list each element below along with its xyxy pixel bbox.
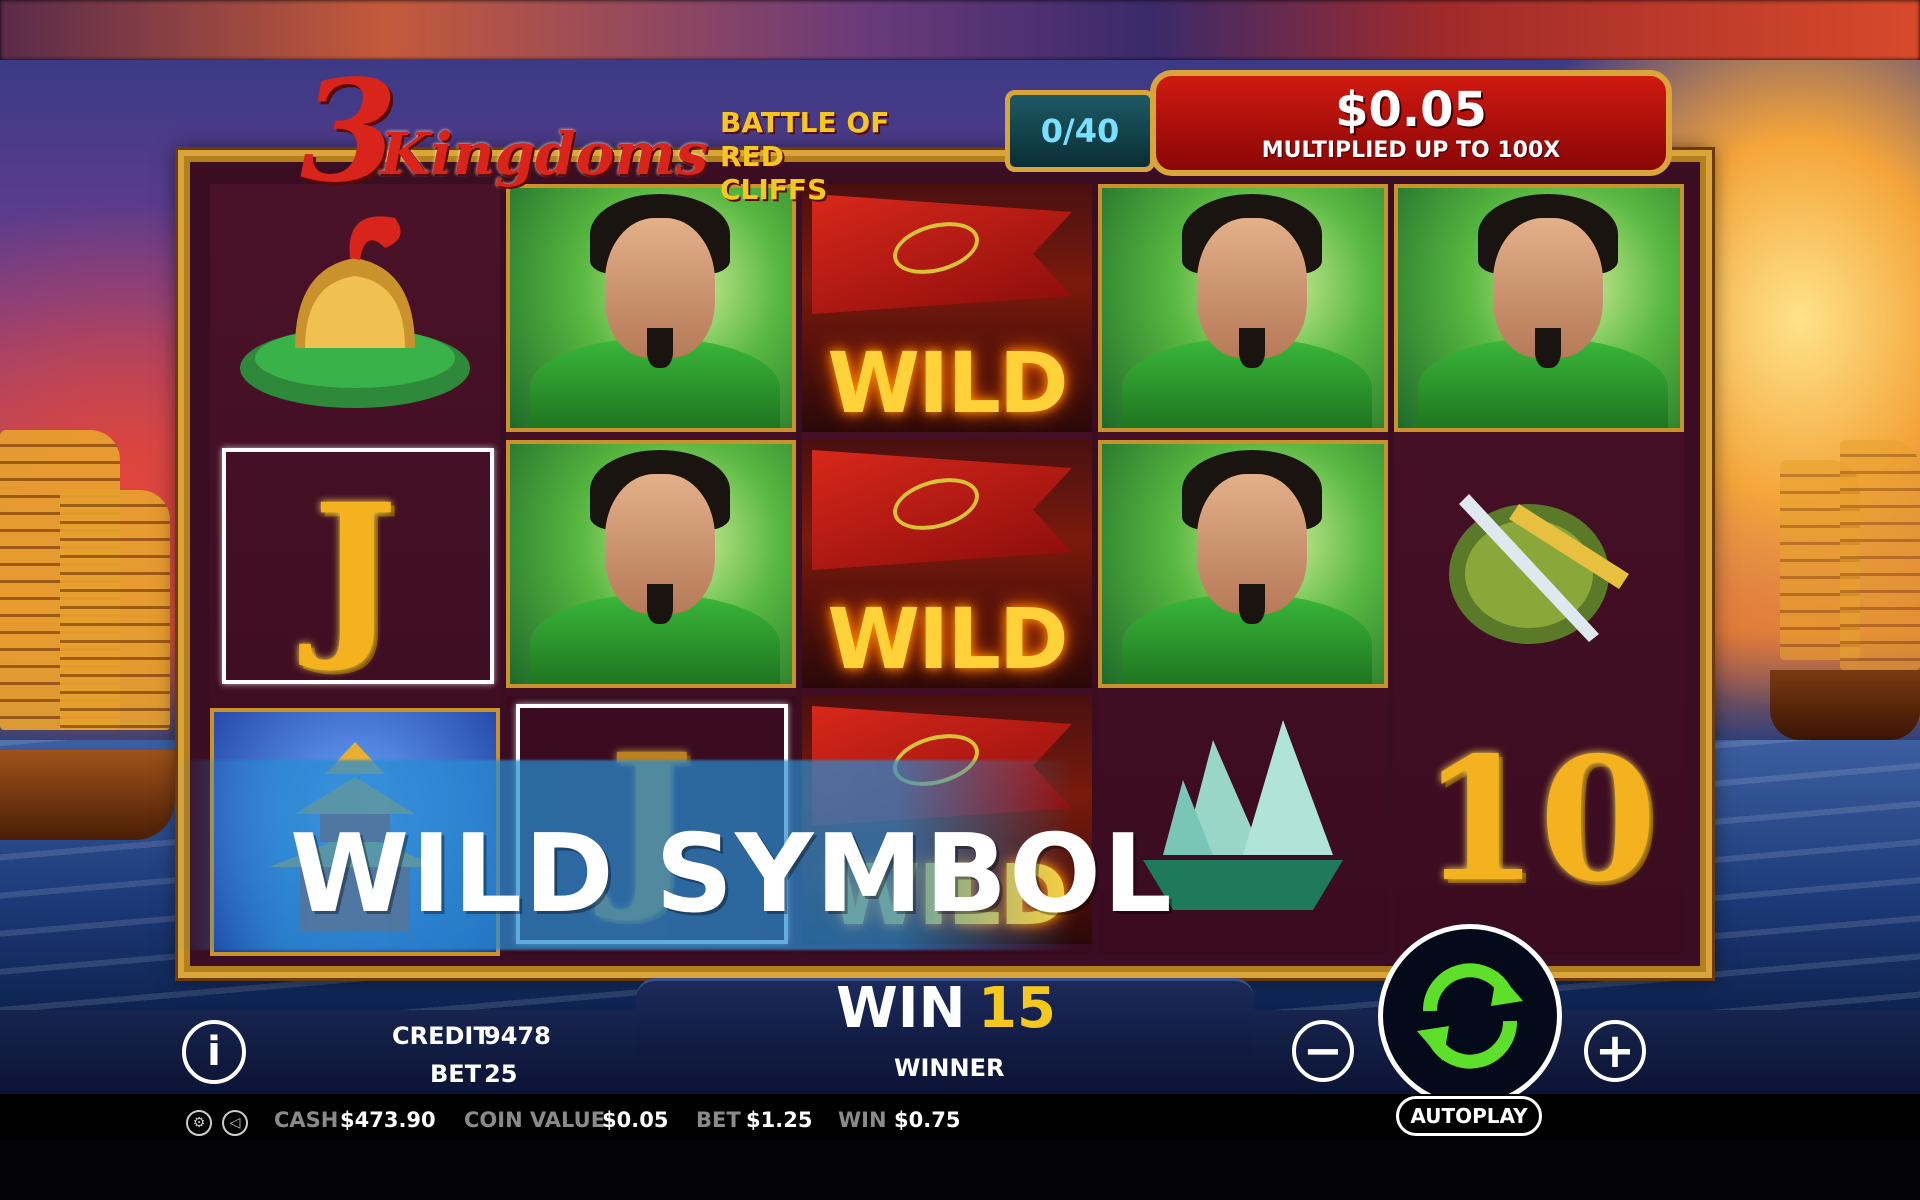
credit-value: 9478 [484, 1022, 551, 1050]
helmet-symbol [210, 184, 500, 432]
wild-symbol-label: WILD [827, 334, 1068, 432]
bet-label: BET [430, 1060, 482, 1088]
ten-symbol: 10 [1394, 696, 1684, 944]
wild-symbol: WILD [802, 440, 1092, 688]
reel-5: 10 [1394, 184, 1684, 954]
winner-label: WINNER [894, 1054, 1005, 1082]
warrior-symbol [1098, 184, 1388, 432]
logo-subtitle-line-1: BATTLE OF [720, 106, 890, 139]
game-logo: 3 Kingdoms BATTLE OF RED CLIFFS [300, 62, 900, 206]
warrior-symbol [506, 184, 796, 432]
win-value: 15 [978, 976, 1056, 1041]
multiplier-banner: $0.05 MULTIPLIED UP TO 100X [1150, 70, 1672, 176]
decrease-bet-button[interactable]: − [1292, 1020, 1354, 1082]
right-ship-illustration [1760, 440, 1920, 820]
speaker-icon[interactable]: ◁ [222, 1110, 248, 1136]
cash-value: $473.90 [340, 1108, 436, 1132]
autoplay-button[interactable]: AUTOPLAY [1396, 1096, 1542, 1136]
minus-icon: − [1302, 1023, 1344, 1079]
warrior-symbol [1098, 440, 1388, 688]
bet-value: 25 [484, 1060, 518, 1088]
status-win-value: $0.75 [894, 1108, 961, 1132]
warrior-symbol [1394, 184, 1684, 432]
spin-button[interactable] [1378, 924, 1562, 1108]
shield-sword-symbol [1394, 440, 1684, 688]
warrior-symbol [506, 440, 796, 688]
bottom-letterbox [0, 1140, 1920, 1200]
multiplier-subtitle: MULTIPLIED UP TO 100X [1261, 138, 1561, 163]
credit-label: CREDIT [392, 1022, 490, 1050]
info-button[interactable]: i [182, 1020, 246, 1084]
coin-value-label: COIN VALUE [464, 1108, 606, 1132]
wild-symbol-label: WILD [827, 590, 1068, 688]
increase-bet-button[interactable]: + [1584, 1020, 1646, 1082]
wild-symbol-overlay-text: WILD SYMBOL [290, 812, 1174, 937]
logo-title: Kingdoms [380, 120, 709, 188]
status-bet-value: $1.25 [746, 1108, 813, 1132]
logo-subtitle-line-2: RED CLIFFS [720, 140, 828, 206]
win-highlight-frame [222, 448, 494, 684]
plus-icon: + [1594, 1023, 1636, 1079]
cash-label: CASH [274, 1108, 339, 1132]
status-win-label: WIN [838, 1108, 887, 1132]
status-bet-label: BET [696, 1108, 741, 1132]
spin-arrows-icon [1417, 963, 1523, 1069]
coin-value: $0.05 [602, 1108, 669, 1132]
ten-symbol-label: 10 [1420, 720, 1658, 920]
multiplier-amount: $0.05 [1335, 82, 1487, 138]
info-icon: i [207, 1029, 221, 1075]
top-blurred-strip [0, 0, 1920, 60]
win-label: WIN [836, 976, 966, 1041]
gear-icon[interactable]: ⚙ [186, 1110, 212, 1136]
wild-symbol: WILD [802, 184, 1092, 432]
free-spins-counter: 0/40 [1005, 90, 1155, 172]
left-ship-illustration [0, 360, 180, 860]
